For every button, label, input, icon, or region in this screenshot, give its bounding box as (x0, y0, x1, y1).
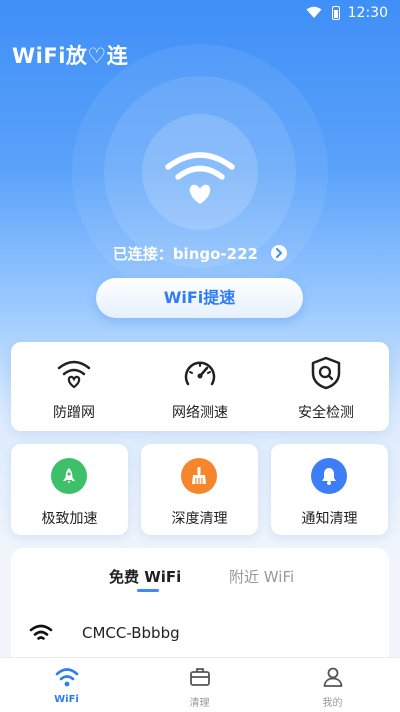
wifi-icon (55, 668, 79, 687)
list-item[interactable]: CMCC-Bbbbg (11, 618, 389, 648)
network-name: CMCC-Bbbbg (82, 624, 180, 642)
tools-card: 防蹭网 网络测速 安全检测 (11, 342, 389, 431)
nav-profile[interactable]: 我的 (266, 658, 399, 712)
briefcase-icon (190, 668, 210, 686)
nav-wifi[interactable]: WiFi (0, 658, 133, 712)
wifi-speedup-button[interactable]: WiFi提速 (96, 278, 303, 318)
tab-indicator (137, 589, 159, 592)
quick-card-label: 极致加速 (41, 511, 98, 527)
broom-icon (181, 458, 217, 494)
tool-speed-test[interactable]: 网络测速 (137, 342, 263, 431)
quick-card-boost[interactable]: 极致加速 (11, 444, 128, 535)
wifi-signal-icon (29, 624, 53, 640)
bottom-nav: WiFi 清理 我的 (0, 657, 400, 712)
tool-label: 安全检测 (298, 405, 354, 421)
nav-label: WiFi (54, 694, 79, 705)
tool-security-check[interactable]: 安全检测 (263, 342, 389, 431)
tab-free-wifi[interactable]: 免费 WiFi (109, 566, 181, 587)
chevron-right-icon[interactable] (271, 245, 288, 261)
quick-card-notify[interactable]: 通知清理 (271, 444, 388, 535)
tool-label: 网络测速 (172, 405, 228, 421)
wifi-heart-icon (57, 360, 91, 389)
nav-clean[interactable]: 清理 (133, 658, 266, 712)
tool-label: 防蹭网 (53, 405, 95, 421)
quick-card-label: 通知清理 (301, 511, 358, 527)
connection-status[interactable]: 已连接：bingo-222 (0, 243, 400, 264)
connection-ssid: bingo-222 (172, 245, 258, 263)
status-time: 12:30 (347, 5, 388, 21)
speedometer-icon (184, 361, 216, 386)
nav-label: 我的 (322, 698, 343, 709)
app-title: WiFi放♡连 (12, 44, 129, 68)
wifi-heart-hero-icon (165, 152, 235, 204)
rocket-icon (51, 458, 87, 494)
shield-search-icon (311, 356, 341, 390)
quick-card-label: 深度清理 (171, 511, 228, 527)
status-wifi-icon (306, 6, 322, 18)
profile-icon (323, 667, 343, 687)
connection-label: 已连接： (112, 245, 173, 263)
quick-card-clean[interactable]: 深度清理 (141, 444, 258, 535)
nav-label: 清理 (189, 698, 210, 709)
battery-icon (332, 6, 340, 20)
tool-anti-leech[interactable]: 防蹭网 (11, 342, 137, 431)
bell-icon (311, 458, 347, 494)
tab-nearby-wifi[interactable]: 附近 WiFi (229, 566, 294, 587)
status-bar: 12:30 (0, 0, 400, 28)
